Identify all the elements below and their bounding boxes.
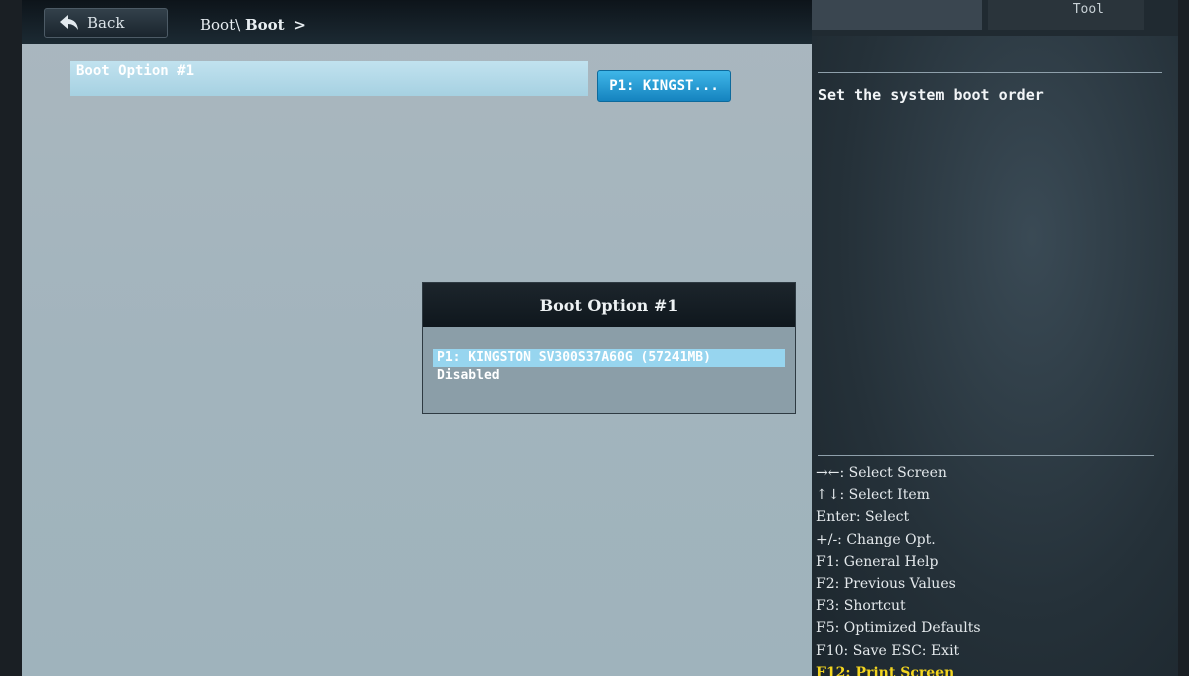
help-description: Set the system boot order [818, 86, 1044, 104]
breadcrumb-parent[interactable]: Boot\ [200, 16, 240, 34]
tab-tool[interactable]: Tool [988, 0, 1144, 30]
key-hint: F5: Optimized Defaults [816, 620, 981, 637]
boot-option-popup: Boot Option #1 P1: KINGSTON SV300S37A60G… [422, 282, 796, 414]
bios-screen: Back Boot\ Boot > Boot Option #1 P1: KIN… [22, 0, 1178, 676]
key-hint: Enter: Select [816, 509, 910, 526]
help-divider-top [818, 72, 1162, 73]
popup-title: Boot Option #1 [423, 283, 795, 327]
right-tab-strip: Tool [812, 0, 1178, 36]
key-hint: ↑↓: Select Item [816, 487, 930, 504]
key-hint: F1: General Help [816, 553, 939, 570]
popup-option-disabled[interactable]: Disabled [433, 367, 785, 385]
back-button-label: Back [87, 14, 125, 32]
tab-tool-label: Tool [1072, 2, 1104, 17]
tab-previous[interactable] [812, 0, 982, 30]
boot-option-1-value-button[interactable]: P1: KINGST... [597, 70, 731, 102]
boot-option-1-row[interactable]: Boot Option #1 [70, 61, 588, 96]
key-hint-print-screen: F12: Print Screen [816, 664, 955, 676]
key-legend: →←: Select Screen ↑↓: Select Item Enter:… [816, 462, 981, 676]
breadcrumb-current: Boot [244, 16, 285, 34]
breadcrumb-separator: > [293, 16, 306, 34]
key-hint: →←: Select Screen [816, 465, 947, 481]
top-navigation-bar: Back Boot\ Boot > [22, 0, 812, 44]
boot-option-1-label: Boot Option #1 [76, 63, 195, 79]
key-hint: F10: Save ESC: Exit [816, 642, 960, 659]
key-hint: F2: Previous Values [816, 576, 956, 593]
popup-option-list: P1: KINGSTON SV300S37A60G (57241MB) Disa… [423, 349, 795, 385]
help-divider-bottom [818, 455, 1154, 456]
help-panel: Tool Set the system boot order →←: Selec… [812, 0, 1178, 676]
popup-option-kingston[interactable]: P1: KINGSTON SV300S37A60G (57241MB) [433, 349, 785, 367]
back-arrow-icon [60, 15, 78, 30]
key-hint: +/-: Change Opt. [816, 531, 936, 548]
key-hint: F3: Shortcut [816, 598, 906, 615]
back-button[interactable]: Back [44, 8, 168, 38]
boot-option-1-value: P1: KINGST... [609, 78, 719, 94]
breadcrumb: Boot\ Boot > [200, 16, 306, 34]
